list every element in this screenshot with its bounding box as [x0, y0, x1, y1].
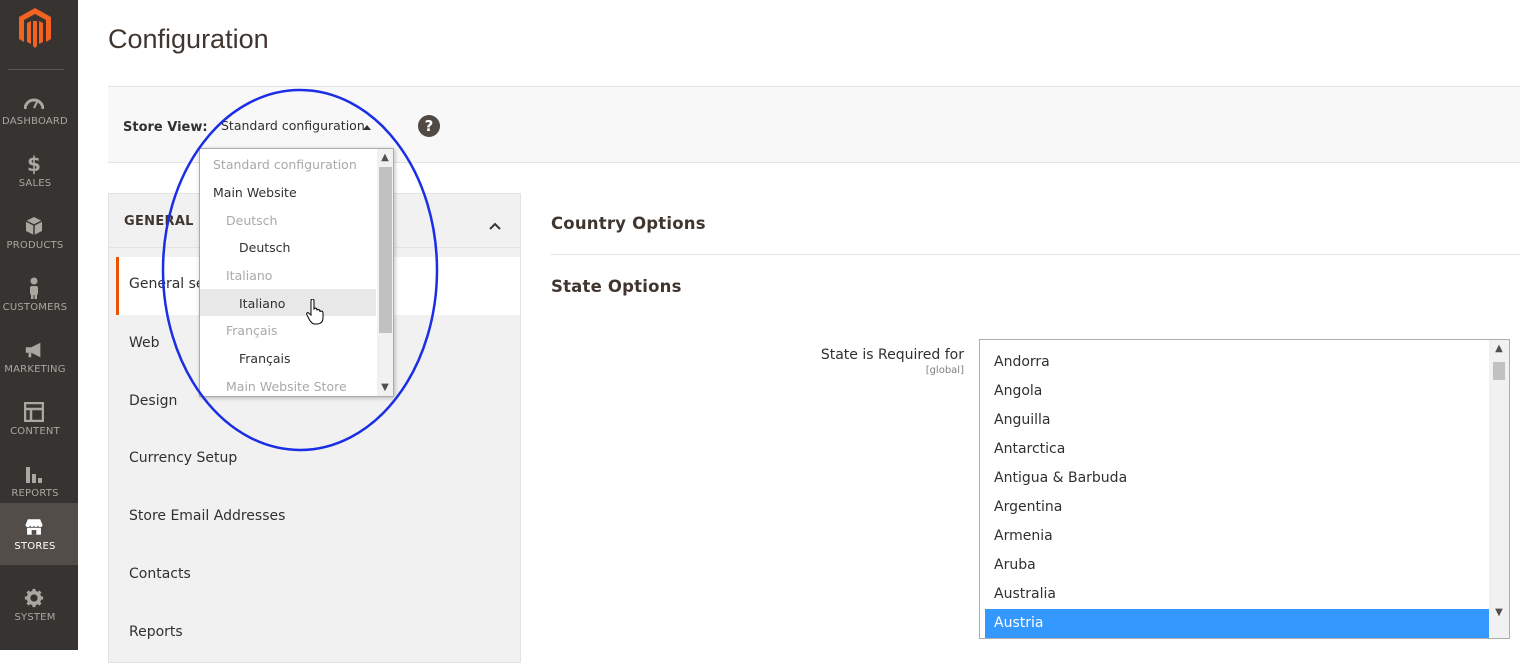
nav-label: PRODUCTS	[6, 240, 64, 251]
country-option[interactable]: Antarctica	[985, 435, 1489, 464]
country-option[interactable]: Armenia	[985, 522, 1489, 551]
nav-label: DASHBOARD	[2, 116, 68, 127]
country-option[interactable]: Aruba	[985, 551, 1489, 580]
layout-icon	[24, 402, 44, 422]
tab-label: Design	[129, 393, 178, 409]
nav-item-customers[interactable]: CUSTOMERS	[0, 264, 78, 326]
nav-item-content[interactable]: CONTENT	[0, 388, 78, 450]
section-state-options[interactable]: State Options	[551, 277, 682, 296]
dropdown-option-hovered[interactable]: Italiano	[200, 289, 376, 316]
dropdown-option[interactable]: Français	[200, 344, 376, 371]
dropdown-scrollbar[interactable]: ▲ ▼	[377, 149, 393, 396]
scope-hint: [global]	[925, 365, 964, 376]
nav-label: CUSTOMERS	[2, 302, 68, 313]
tab-label: Currency Setup	[129, 450, 238, 466]
dropdown-option: Main Website Store	[226, 379, 347, 394]
country-option[interactable]: Anguilla	[985, 406, 1489, 435]
nav-item-products[interactable]: PRODUCTS	[0, 202, 78, 264]
nav-item-stores[interactable]: STORES	[0, 503, 78, 565]
nav-item-dashboard[interactable]: DASHBOARD	[0, 78, 78, 140]
country-option-selected[interactable]: Austria	[985, 609, 1489, 638]
nav-label: SYSTEM	[14, 612, 56, 623]
country-option[interactable]: Angola	[985, 377, 1489, 406]
tab-store-email-addresses[interactable]: Store Email Addresses	[109, 489, 520, 547]
caret-up-icon[interactable]	[363, 125, 371, 130]
dropdown-option: Italiano	[226, 268, 273, 283]
dropdown-option[interactable]: Deutsch	[200, 233, 376, 260]
nav-label: MARKETING	[4, 364, 66, 375]
country-option[interactable]: Argentina	[985, 493, 1489, 522]
tab-label: Web	[129, 335, 160, 351]
tab-contacts[interactable]: Contacts	[109, 547, 520, 605]
store-view-label: Store View:	[123, 120, 208, 135]
tab-label: General se	[129, 276, 205, 292]
tab-label: Contacts	[129, 566, 191, 582]
chevron-up-icon[interactable]	[489, 215, 501, 234]
store-view-dropdown: Standard configuration Main Website Deut…	[199, 148, 394, 397]
country-option[interactable]: Andorra	[985, 348, 1489, 377]
tab-reports[interactable]: Reports	[109, 605, 520, 663]
storefront-icon	[24, 517, 44, 537]
tab-label: Reports	[129, 624, 183, 640]
scroll-up-icon[interactable]: ▲	[380, 153, 390, 163]
scroll-down-icon[interactable]: ▼	[1494, 608, 1504, 618]
help-icon[interactable]: ?	[418, 115, 440, 137]
scrollbar[interactable]: ▲ ▼	[1489, 340, 1509, 638]
country-option[interactable]: Antigua & Barbuda	[985, 464, 1489, 493]
nav-label: CONTENT	[10, 426, 60, 437]
nav-item-sales[interactable]: $ SALES	[0, 140, 78, 202]
megaphone-icon	[24, 340, 44, 360]
tabs-group-title: GENERAL S	[124, 214, 209, 229]
scroll-up-icon[interactable]: ▲	[1494, 344, 1504, 354]
bar-chart-icon	[24, 464, 44, 484]
gear-icon	[24, 588, 44, 608]
magento-logo[interactable]	[0, 0, 78, 68]
nav-divider	[8, 69, 64, 70]
scrollbar-thumb[interactable]	[379, 167, 392, 333]
nav-label: REPORTS	[11, 488, 59, 499]
section-country-options[interactable]: Country Options	[551, 214, 706, 233]
dropdown-option: Français	[226, 323, 278, 338]
scroll-down-icon[interactable]: ▼	[380, 383, 390, 393]
nav-label: STORES	[14, 541, 56, 552]
tab-currency-setup[interactable]: Currency Setup	[109, 431, 520, 489]
dashboard-icon	[24, 92, 44, 112]
dollar-icon: $	[27, 152, 41, 176]
dropdown-option: Standard configuration	[213, 157, 357, 172]
section-divider	[551, 254, 1520, 255]
scrollbar-thumb[interactable]	[1493, 362, 1505, 380]
nav-label: SALES	[18, 178, 52, 189]
admin-sidebar: DASHBOARD $ SALES PRODUCTS CUSTOMERS MAR…	[0, 0, 78, 650]
state-required-label: State is Required for	[820, 347, 964, 363]
nav-item-marketing[interactable]: MARKETING	[0, 326, 78, 388]
page-title: Configuration	[108, 24, 269, 54]
nav-item-system[interactable]: SYSTEM	[0, 574, 78, 636]
tab-label: Store Email Addresses	[129, 508, 286, 524]
person-icon	[24, 277, 44, 299]
box-icon	[24, 216, 44, 236]
dropdown-option: Deutsch	[226, 213, 278, 228]
dropdown-option[interactable]: Main Website	[200, 178, 376, 205]
store-view-toggle[interactable]: Standard configuration	[221, 118, 365, 133]
country-option[interactable]: Australia	[985, 580, 1489, 609]
state-required-multiselect[interactable]: Andorra Angola Anguilla Antarctica Antig…	[979, 339, 1510, 639]
